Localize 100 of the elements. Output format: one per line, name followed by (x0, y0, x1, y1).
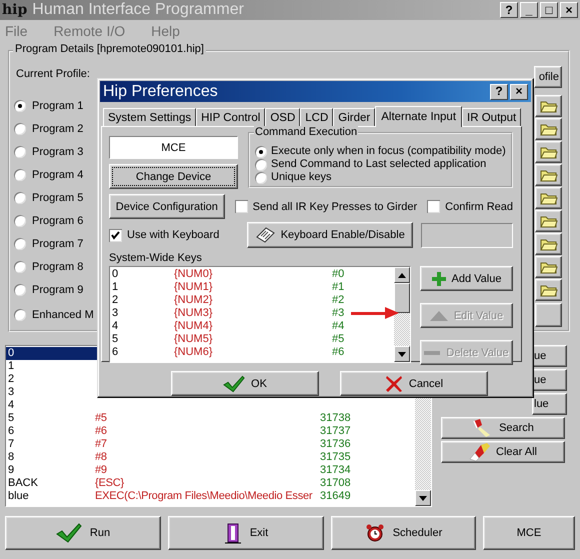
window-control[interactable]: _ (520, 2, 538, 18)
confirm-read-checkbox[interactable]: Confirm Read (427, 200, 513, 213)
list-row[interactable]: 5 {NUM5} #5 (112, 333, 344, 346)
keyboard-button[interactable]: Keyboard Enable/Disable (246, 222, 413, 248)
folder-icon (540, 168, 558, 182)
scroll-down-button[interactable] (415, 490, 431, 506)
group-title: Command Execution (254, 126, 358, 138)
window-control[interactable]: ? (500, 2, 518, 18)
program-radio[interactable]: Program 8 (14, 260, 84, 272)
toolbar-button[interactable]: Scheduler (331, 516, 476, 550)
folder-icon (540, 98, 558, 112)
window-control[interactable]: □ (540, 2, 558, 18)
execution-radio[interactable]: Unique keys (255, 171, 511, 184)
device-configuration-button[interactable]: Device Configuration (109, 194, 225, 219)
folder-icon (540, 282, 558, 296)
mode-radio[interactable]: Enhanced M (14, 308, 94, 320)
cancel-button[interactable]: Cancel (340, 371, 488, 396)
use-keyboard-checkbox[interactable]: Use with Keyboard (109, 228, 247, 242)
ok-button[interactable]: OK (171, 371, 319, 396)
minus-icon (424, 350, 440, 354)
dialog-title: Hip Preferences (103, 82, 219, 100)
program-radio[interactable]: Program 5 (14, 192, 84, 204)
up-arrow-icon (398, 272, 406, 278)
toolbar-button[interactable]: Run (5, 516, 161, 550)
door-icon (224, 522, 242, 544)
list-label: System-Wide Keys (109, 252, 203, 265)
execution-radio[interactable]: Send Command to Last selected application (255, 158, 511, 171)
toolbar-button[interactable]: Exit (168, 516, 324, 550)
folder-icon (540, 122, 558, 136)
list-row[interactable]: 3 {NUM3} #3 (112, 307, 344, 320)
program-radio[interactable]: Program 6 (14, 214, 84, 226)
toolbar-button[interactable]: MCE (483, 516, 575, 550)
value-button[interactable]: Add Value (420, 266, 513, 291)
empty-field[interactable] (420, 222, 513, 248)
group-title: Program Details [hpremote090101.hip] (13, 43, 206, 55)
list-row[interactable]: 6 {NUM6} #6 (112, 346, 344, 359)
side-button[interactable]: Clear All (441, 441, 565, 463)
program-radio[interactable]: Program 1 (14, 100, 84, 112)
down-arrow-icon (398, 352, 406, 356)
arrow-annotation (351, 306, 399, 320)
triangle-icon (430, 310, 448, 320)
folder-button[interactable] (535, 186, 562, 208)
folder-icon (540, 190, 558, 204)
list-row[interactable]: 4 {NUM4} #4 (112, 320, 344, 333)
window-control[interactable]: × (560, 2, 578, 18)
tab[interactable]: HIP Control (196, 108, 266, 126)
folder-icon (540, 236, 558, 250)
tab[interactable]: Alternate Input (375, 106, 462, 127)
list-row[interactable]: 7 #7 31736 (6, 438, 415, 451)
folder-icon (540, 214, 558, 228)
list-row[interactable]: 1 {NUM1} #1 (112, 281, 344, 294)
execution-radio[interactable]: Execute only when in focus (compatibility mode) (255, 145, 511, 158)
field-label: Current Profile: (15, 67, 90, 80)
x-icon (384, 374, 403, 392)
folder-button[interactable] (535, 210, 562, 232)
scroll-down-button[interactable] (394, 346, 410, 362)
dialog-control[interactable]: ? (490, 84, 508, 100)
list-row[interactable]: 5 #5 31738 (6, 412, 415, 425)
side-button[interactable]: ue (532, 345, 567, 367)
folder-button[interactable] (535, 164, 562, 186)
side-button[interactable]: ue (532, 369, 567, 391)
check-icon (56, 523, 82, 543)
tab[interactable]: Girder (333, 108, 376, 126)
tab[interactable]: LCD (300, 108, 334, 126)
eraser-icon (469, 443, 492, 461)
blank-button[interactable] (535, 302, 562, 326)
folder-button[interactable] (535, 232, 562, 254)
program-radio[interactable]: Program 7 (14, 238, 84, 250)
alarm-clock-icon (364, 523, 385, 543)
program-radio[interactable]: Program 3 (14, 146, 84, 158)
tab[interactable]: System Settings (103, 108, 196, 126)
side-button[interactable]: Search (441, 417, 565, 439)
list-row[interactable]: 9 #9 31734 (6, 464, 415, 477)
folder-button[interactable] (535, 118, 562, 140)
folder-icon (540, 260, 558, 274)
program-radio[interactable]: Program 2 (14, 122, 84, 134)
list-row[interactable]: BACK {ESC} 31708 (6, 477, 415, 490)
folder-button[interactable] (535, 256, 562, 278)
folder-button[interactable] (535, 278, 562, 300)
program-radio[interactable]: Program 9 (14, 284, 84, 296)
tab[interactable]: OSD (265, 108, 300, 126)
side-button[interactable]: lue (532, 393, 567, 415)
list-row[interactable]: 6 #6 31737 (6, 425, 415, 438)
dialog-control[interactable]: × (510, 84, 528, 100)
list-row[interactable]: blue EXEC(C:\Program Files\Meedio\Meedio Esser 31649 (6, 490, 415, 503)
scroll-up-button[interactable] (394, 267, 410, 283)
device-field[interactable]: MCE (109, 136, 238, 159)
profile-button[interactable]: ofile (534, 66, 562, 88)
list-row[interactable]: 0 {NUM0} #0 (112, 268, 344, 281)
program-radio[interactable]: Program 4 (14, 168, 84, 180)
keyboard-icon (254, 227, 275, 243)
list-row[interactable]: 4 (6, 399, 415, 412)
send-all-checkbox[interactable]: Send all IR Key Presses to Girder (234, 200, 418, 213)
tab[interactable]: IR Output (462, 108, 522, 126)
list-row[interactable]: 8 #8 31735 (6, 451, 415, 464)
folder-button[interactable] (535, 140, 562, 162)
change-device-button[interactable]: Change Device (109, 164, 238, 189)
list-row[interactable]: 2 {NUM2} #2 (112, 294, 344, 307)
folder-button[interactable] (535, 94, 562, 116)
scroll-thumb[interactable] (394, 283, 410, 313)
